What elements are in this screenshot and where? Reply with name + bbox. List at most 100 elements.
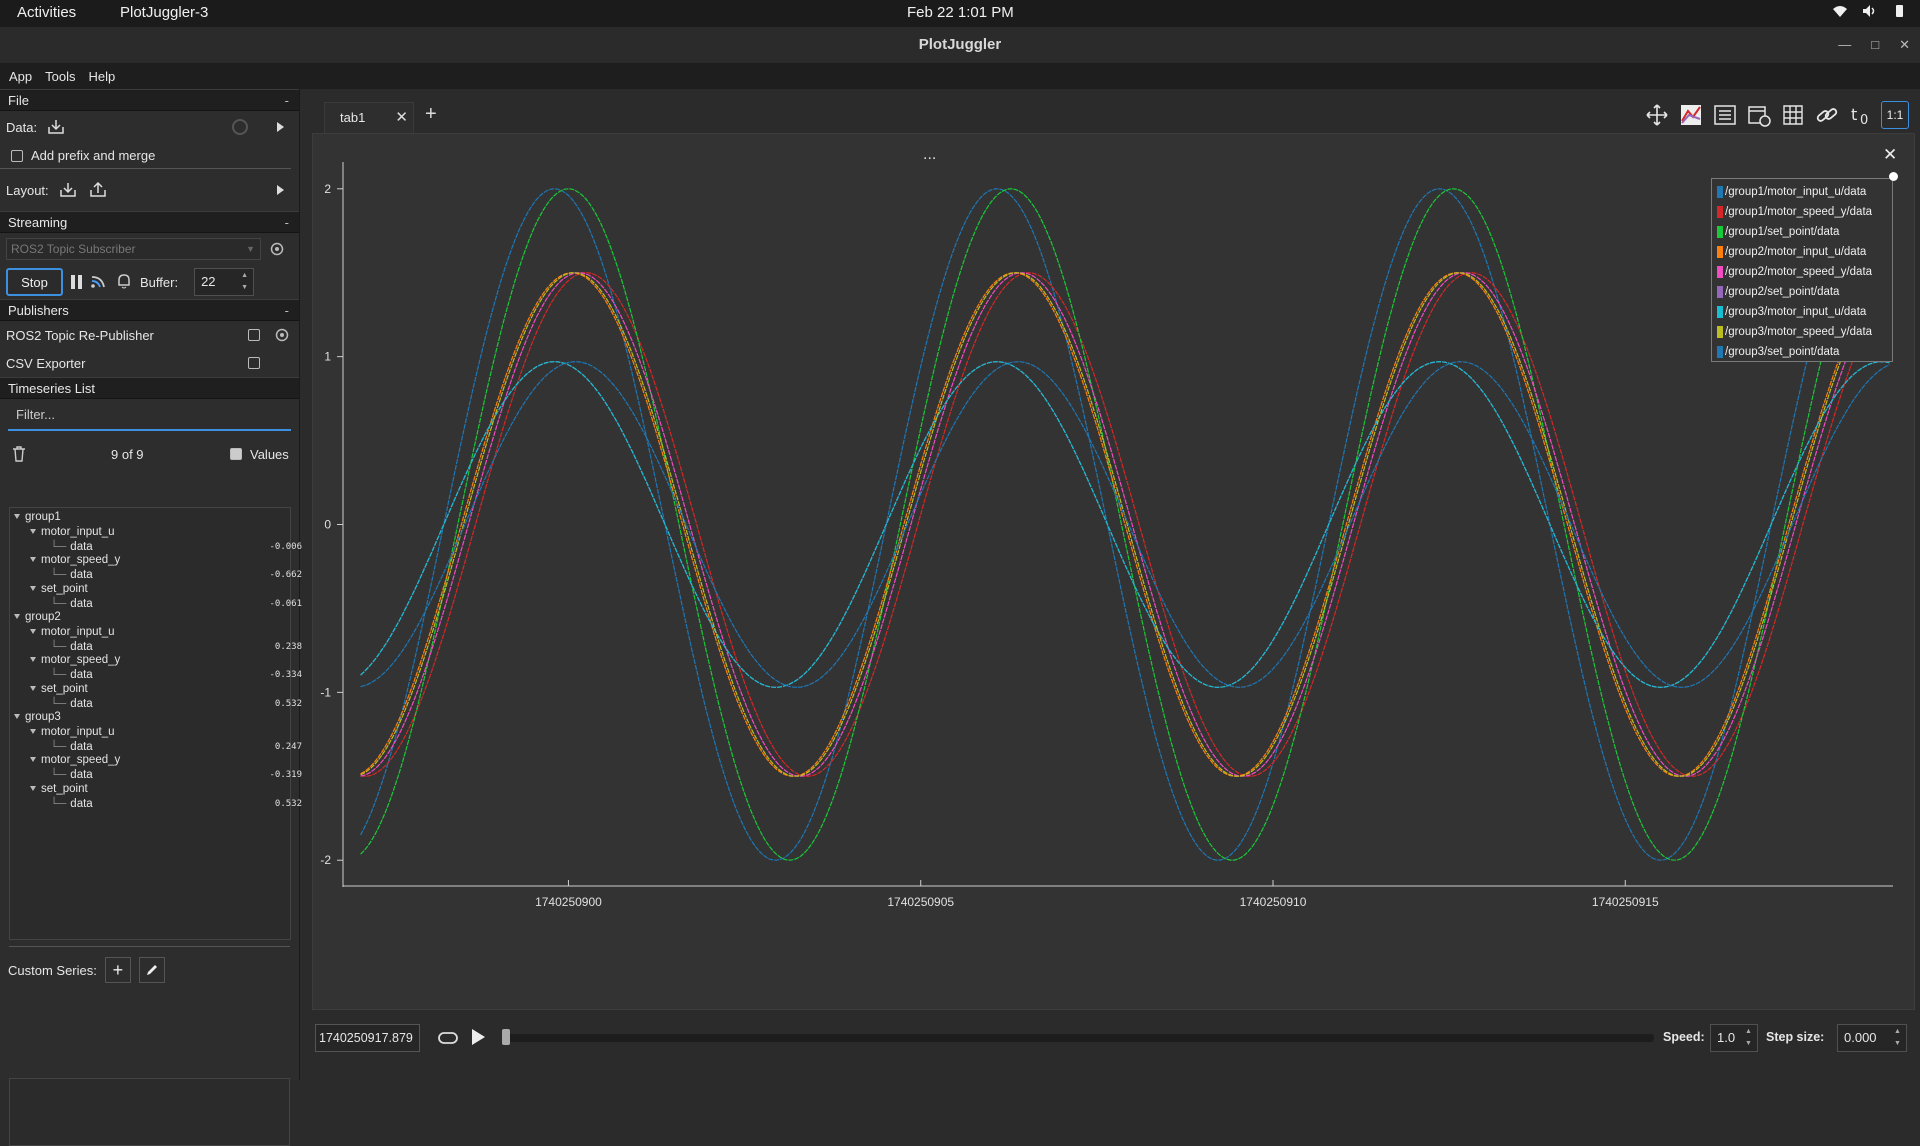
time-slider[interactable] <box>502 1034 1654 1042</box>
csv-exporter-checkbox[interactable] <box>248 357 260 369</box>
tab-tab1[interactable]: tab1 ✕ <box>324 102 414 133</box>
chevron-down-icon[interactable] <box>30 785 36 791</box>
tree-leaf[interactable]: └─ data -0.662 <box>50 568 302 582</box>
tree-leaf[interactable]: └─ data 0.247 <box>50 740 302 754</box>
reload-icon[interactable] <box>230 117 250 140</box>
system-tray[interactable] <box>1832 3 1906 19</box>
tree-item[interactable]: motor_speed_y <box>30 753 120 767</box>
tree-item[interactable]: set_point <box>30 582 88 596</box>
zoom-chart-icon[interactable] <box>1677 101 1705 129</box>
chevron-down-icon[interactable] <box>14 614 20 620</box>
move-arrows-icon[interactable] <box>1643 101 1671 129</box>
expand-arrow-icon[interactable] <box>277 122 284 132</box>
tree-group[interactable]: group1 <box>14 510 61 524</box>
maximize-icon[interactable]: □ <box>1871 27 1879 63</box>
add-custom-series-button[interactable]: + <box>104 957 131 983</box>
step-size-spinbox[interactable]: 0.000 ▲ ▼ <box>1837 1024 1907 1052</box>
tree-item[interactable]: motor_input_u <box>30 625 115 639</box>
settings-gear-icon[interactable] <box>274 327 290 343</box>
link-icon[interactable] <box>1813 101 1841 129</box>
tree-item[interactable]: motor_speed_y <box>30 653 120 667</box>
tree-leaf[interactable]: └─ data 0.532 <box>50 697 302 711</box>
trash-icon[interactable] <box>12 446 26 462</box>
stop-button[interactable]: Stop <box>6 268 63 296</box>
chevron-down-icon[interactable] <box>30 757 36 763</box>
chevron-down-icon[interactable] <box>30 685 36 691</box>
rss-feed-icon[interactable] <box>90 273 108 292</box>
custom-series-list[interactable] <box>9 1078 290 1146</box>
load-data-icon[interactable] <box>45 116 67 138</box>
settings-gear-icon[interactable] <box>269 241 285 257</box>
chevron-down-icon[interactable] <box>30 528 36 534</box>
tree-item[interactable]: motor_speed_y <box>30 553 120 567</box>
add-tab-button[interactable]: + <box>425 103 437 126</box>
tree-group[interactable]: group2 <box>14 610 61 624</box>
filter-input[interactable]: Filter... <box>8 401 291 431</box>
pause-icon[interactable] <box>71 275 82 289</box>
menu-tools[interactable]: Tools <box>45 69 75 84</box>
chevron-down-icon[interactable] <box>14 514 20 520</box>
time-zero-icon[interactable]: t0 <box>1847 101 1875 129</box>
tree-item[interactable]: set_point <box>30 782 88 796</box>
prefix-checkbox[interactable] <box>11 149 23 162</box>
chevron-down-icon[interactable] <box>14 714 20 720</box>
speed-spinbox[interactable]: 1.0 ▲ ▼ <box>1710 1024 1758 1052</box>
legend-resize-handle[interactable] <box>1889 172 1898 181</box>
activities-button[interactable]: Activities <box>17 4 76 21</box>
collapse-icon[interactable]: - <box>285 212 289 233</box>
legend-item[interactable]: /group3/motor_speed_y/data <box>1717 322 1892 342</box>
timeseries-tree[interactable]: group1 motor_input_u └─ data -0.006 motor_spe… <box>9 507 302 940</box>
file-section-header[interactable]: File - <box>0 89 299 111</box>
clock[interactable]: Feb 22 1:01 PM <box>907 4 1014 21</box>
edit-pencil-icon[interactable] <box>138 957 165 983</box>
menu-app[interactable]: App <box>9 69 32 84</box>
minimize-icon[interactable]: — <box>1838 27 1851 63</box>
line-chart[interactable]: 2 1 0 -1 -2 1740250900 1740250905 1740250910 174… <box>313 134 1916 1011</box>
tree-group[interactable]: group3 <box>14 710 61 724</box>
plot-legend[interactable]: /group1/motor_input_u/data/group1/motor_… <box>1711 178 1893 362</box>
legend-item[interactable]: /group1/motor_input_u/data <box>1717 182 1892 202</box>
legend-item[interactable]: /group3/set_point/data <box>1717 342 1892 362</box>
chevron-down-icon[interactable] <box>30 657 36 663</box>
legend-item[interactable]: /group1/set_point/data <box>1717 222 1892 242</box>
legend-item[interactable]: /group2/motor_speed_y/data <box>1717 262 1892 282</box>
legend-item[interactable]: /group3/motor_input_u/data <box>1717 302 1892 322</box>
publishers-section-header[interactable]: Publishers - <box>0 299 299 321</box>
ros2-republisher-checkbox[interactable] <box>248 329 260 341</box>
close-icon[interactable]: ✕ <box>1899 27 1910 63</box>
legend-list-icon[interactable] <box>1711 101 1739 129</box>
tree-leaf[interactable]: └─ data -0.061 <box>50 597 302 611</box>
tree-item[interactable]: set_point <box>30 682 88 696</box>
save-layout-icon[interactable] <box>87 179 109 201</box>
close-tab-icon[interactable]: ✕ <box>395 103 408 133</box>
buffer-spinbox[interactable]: 22 ▲ ▼ <box>194 268 255 296</box>
plot-area[interactable]: 2 1 0 -1 -2 1740250900 1740250905 1740250910 174… <box>312 133 1915 1010</box>
tree-leaf[interactable]: └─ data -0.334 <box>50 668 302 682</box>
loop-icon[interactable] <box>437 1030 459 1049</box>
tree-item[interactable]: motor_input_u <box>30 725 115 739</box>
active-app-name[interactable]: PlotJuggler-3 <box>120 4 208 21</box>
chevron-down-icon[interactable] <box>30 557 36 563</box>
menu-help[interactable]: Help <box>89 69 116 84</box>
tree-leaf[interactable]: └─ data -0.319 <box>50 768 302 782</box>
load-layout-icon[interactable] <box>57 179 79 201</box>
chevron-down-icon[interactable] <box>30 628 36 634</box>
tree-leaf[interactable]: └─ data 0.532 <box>50 797 302 811</box>
close-plot-icon[interactable]: ✕ <box>1883 145 1897 165</box>
collapse-icon[interactable]: - <box>285 90 289 111</box>
tree-leaf[interactable]: └─ data 0.238 <box>50 640 302 654</box>
collapse-icon[interactable]: - <box>285 300 289 321</box>
play-icon[interactable] <box>470 1028 486 1049</box>
chevron-down-icon[interactable] <box>30 585 36 591</box>
values-checkbox[interactable] <box>230 448 242 460</box>
time-slider-handle[interactable] <box>502 1029 510 1045</box>
current-time-field[interactable]: 1740250917.879 <box>315 1024 420 1052</box>
bell-icon[interactable] <box>116 272 132 293</box>
legend-item[interactable]: /group1/motor_speed_y/data <box>1717 202 1892 222</box>
ratio-one-to-one-icon[interactable]: 1:1 <box>1881 101 1909 129</box>
streaming-section-header[interactable]: Streaming - <box>0 211 299 233</box>
legend-item[interactable]: /group2/motor_input_u/data <box>1717 242 1892 262</box>
calendar-clock-icon[interactable] <box>1745 101 1773 129</box>
legend-item[interactable]: /group2/set_point/data <box>1717 282 1892 302</box>
chevron-down-icon[interactable] <box>30 728 36 734</box>
